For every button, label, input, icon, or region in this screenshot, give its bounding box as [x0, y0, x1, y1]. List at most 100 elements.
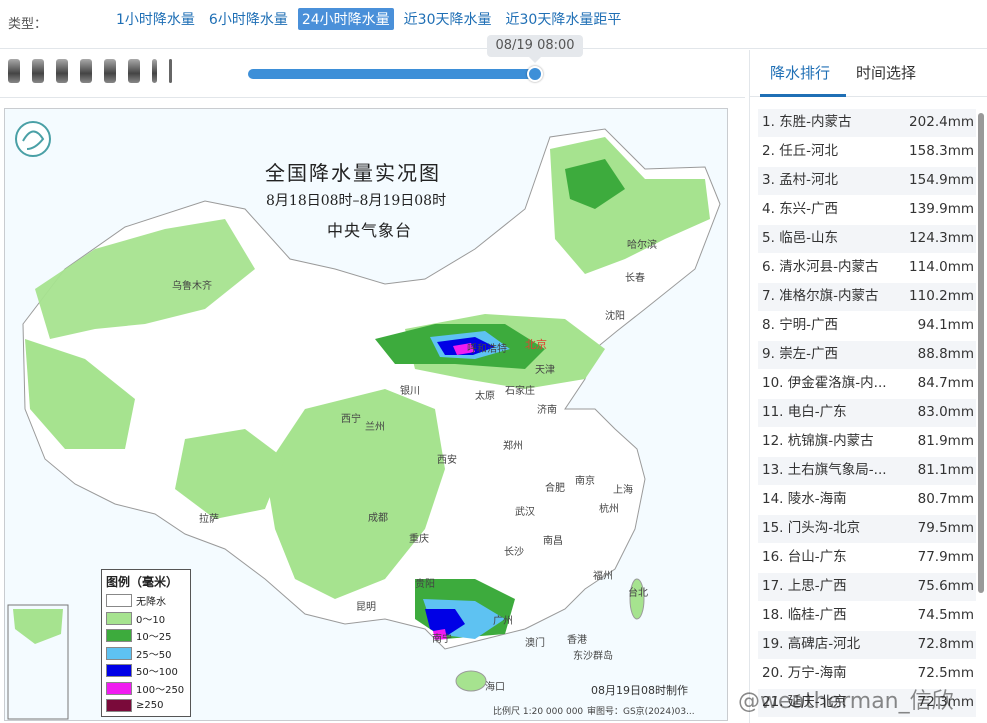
city-label: 澳门: [525, 638, 545, 649]
legend-label: 25～50: [136, 649, 172, 661]
legend-item: 50～100: [106, 662, 186, 680]
ranking-number: 16.: [762, 549, 784, 565]
ranking-row[interactable]: 15. 门头沟-北京 79.5mm: [758, 515, 976, 544]
frame-thumbnail[interactable]: [152, 59, 157, 83]
map-made-time: 08月19日08时制作: [591, 684, 688, 697]
ranking-row[interactable]: 16. 台山-广东 77.9mm: [758, 544, 976, 573]
current-time-tooltip: 08/19 08:00: [487, 35, 583, 63]
ranking-value: 77.9mm: [917, 549, 974, 565]
city-label: 杭州: [599, 504, 619, 515]
legend-title: 图例（毫米）: [106, 575, 179, 589]
legend-item: 0～10: [106, 610, 186, 628]
ranking-station: 14. 陵水-海南: [762, 486, 847, 514]
ranking-station: 1. 东胜-内蒙古: [762, 109, 852, 137]
ranking-row[interactable]: 19. 高碑店-河北 72.8mm: [758, 631, 976, 660]
ranking-row[interactable]: 11. 电白-广东 83.0mm: [758, 399, 976, 428]
type-tab[interactable]: 6小时降水量: [205, 8, 292, 30]
map-subtitle: 8月18日08时–8月19日08时: [266, 193, 447, 209]
ranking-row[interactable]: 1. 东胜-内蒙古 202.4mm: [758, 109, 976, 138]
frame-thumbnail[interactable]: [32, 59, 44, 83]
ranking-name: 杭锦旗-内蒙古: [787, 433, 874, 449]
ranking-row[interactable]: 2. 任丘-河北 158.3mm: [758, 138, 976, 167]
frame-thumbnail[interactable]: [56, 59, 68, 83]
ranking-number: 3.: [762, 172, 775, 188]
city-label: 海口: [485, 682, 505, 693]
type-tab[interactable]: 1小时降水量: [112, 8, 199, 30]
ranking-row[interactable]: 12. 杭锦旗-内蒙古 81.9mm: [758, 428, 976, 457]
ranking-row[interactable]: 7. 准格尔旗-内蒙古 110.2mm: [758, 283, 976, 312]
city-label: 南宁: [432, 634, 452, 645]
ranking-name: 台山-广东: [787, 549, 847, 565]
tab-precipitation-ranking[interactable]: 降水排行: [770, 62, 830, 83]
map-legend: 图例（毫米） 无降水 0～10 10～25 25～50 50～100 100～250 ≥25…: [101, 569, 191, 717]
ranking-row[interactable]: 6. 清水河县-内蒙古 114.0mm: [758, 254, 976, 283]
city-label: 天津: [535, 365, 555, 376]
ranking-number: 7.: [762, 288, 775, 304]
ranking-number: 2.: [762, 143, 775, 159]
city-label: 上海: [613, 485, 633, 496]
frame-thumbnail[interactable]: [8, 59, 20, 83]
ranking-station: 9. 崇左-广西: [762, 341, 838, 369]
ranking-row[interactable]: 14. 陵水-海南 80.7mm: [758, 486, 976, 515]
frame-thumbnail[interactable]: [80, 59, 92, 83]
map-title: 全国降水量实况图: [265, 161, 441, 185]
ranking-name: 崇左-广西: [779, 346, 839, 362]
city-label: 广州: [493, 616, 513, 627]
ranking-name: 上思-广西: [787, 578, 847, 594]
ranking-row[interactable]: 18. 临桂-广西 74.5mm: [758, 602, 976, 631]
ranking-value: 114.0mm: [909, 259, 974, 275]
ranking-station: 6. 清水河县-内蒙古: [762, 254, 879, 282]
ranking-row[interactable]: 9. 崇左-广西 88.8mm: [758, 341, 976, 370]
legend-item: 无降水: [106, 592, 186, 610]
frame-thumbnail[interactable]: [128, 59, 140, 83]
ranking-value: 124.3mm: [909, 230, 974, 246]
frame-thumbnail[interactable]: [169, 59, 172, 83]
ranking-value: 80.7mm: [917, 491, 974, 507]
ranking-name: 高碑店-河北: [787, 636, 861, 652]
city-label: 呼和浩特: [467, 344, 507, 355]
type-tab[interactable]: 近30天降水量距平: [502, 8, 626, 30]
ranking-number: 6.: [762, 259, 775, 275]
ranking-name: 准格尔旗-内蒙古: [779, 288, 879, 304]
ranking-scrollbar[interactable]: [978, 113, 984, 593]
time-slider-handle[interactable]: [527, 66, 544, 82]
ranking-station: 2. 任丘-河北: [762, 138, 838, 166]
legend-label: 0～10: [136, 614, 166, 626]
map-scale: 比例尺 1:20 000 000: [493, 707, 584, 717]
ranking-station: 15. 门头沟-北京: [762, 515, 860, 543]
time-slider[interactable]: [248, 66, 544, 82]
city-label: 银川: [400, 386, 420, 397]
type-tab[interactable]: 24小时降水量: [297, 8, 394, 30]
ranking-number: 8.: [762, 317, 775, 333]
watermark: @weatherman_信欣: [738, 689, 954, 714]
legend-swatch: [106, 681, 132, 695]
ranking-station: 12. 杭锦旗-内蒙古: [762, 428, 874, 456]
ranking-row[interactable]: 13. 土右旗气象局-... 81.1mm: [758, 457, 976, 486]
type-tab[interactable]: 近30天降水量: [400, 8, 496, 30]
ranking-number: 15.: [762, 520, 784, 536]
tab-time-selection[interactable]: 时间选择: [856, 62, 916, 83]
ranking-number: 10.: [762, 375, 784, 391]
ranking-row[interactable]: 8. 宁明-广西 94.1mm: [758, 312, 976, 341]
ranking-station: 19. 高碑店-河北: [762, 631, 860, 659]
legend-swatch: [106, 699, 132, 713]
ranking-value: 88.8mm: [917, 346, 974, 362]
ranking-value: 110.2mm: [909, 288, 974, 304]
divider: [0, 97, 745, 98]
ranking-name: 孟村-河北: [779, 172, 839, 188]
ranking-station: 16. 台山-广东: [762, 544, 847, 572]
city-label: 哈尔滨: [627, 240, 657, 251]
ranking-row[interactable]: 4. 东兴-广西 139.9mm: [758, 196, 976, 225]
ranking-row[interactable]: 10. 伊金霍洛旗-内... 84.7mm: [758, 370, 976, 399]
ranking-number: 17.: [762, 578, 784, 594]
ranking-station: 8. 宁明-广西: [762, 312, 838, 340]
ranking-row[interactable]: 5. 临邑-山东 124.3mm: [758, 225, 976, 254]
active-tab-indicator: [760, 94, 846, 97]
ranking-row[interactable]: 17. 上思-广西 75.6mm: [758, 573, 976, 602]
ranking-value: 202.4mm: [909, 114, 974, 130]
city-label: 郑州: [503, 441, 523, 452]
city-label: 长春: [625, 273, 645, 284]
frame-thumbnail[interactable]: [104, 59, 116, 83]
ranking-station: 3. 孟村-河北: [762, 167, 838, 195]
ranking-row[interactable]: 3. 孟村-河北 154.9mm: [758, 167, 976, 196]
